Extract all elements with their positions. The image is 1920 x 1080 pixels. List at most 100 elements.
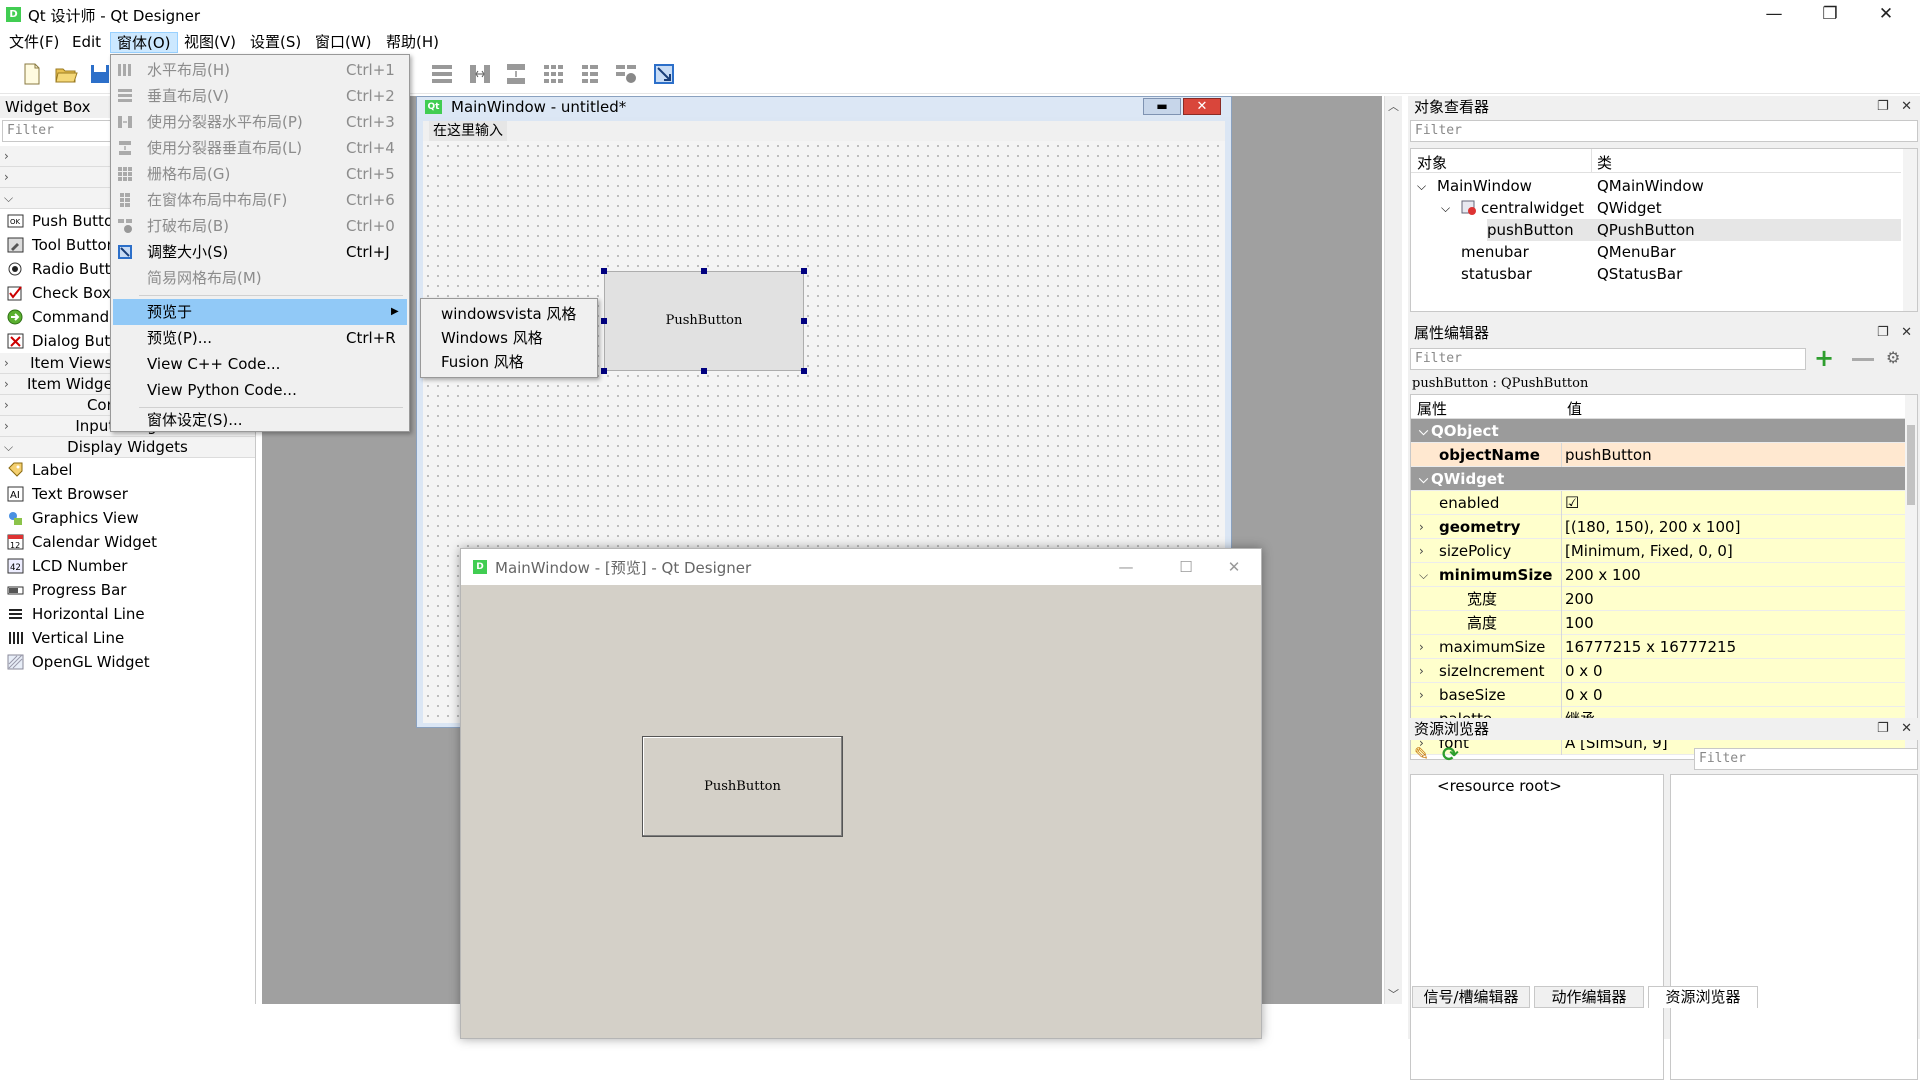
- form-minimize-icon[interactable]: ▬: [1143, 98, 1181, 115]
- property-row-enabled[interactable]: enabled ☑: [1411, 491, 1905, 515]
- menu-help[interactable]: 帮助(H): [380, 32, 445, 53]
- vsplitter-icon[interactable]: [504, 62, 528, 86]
- menu-item-form-layout[interactable]: 在窗体布局中布局(F) Ctrl+6: [113, 187, 407, 213]
- menu-item-adjust-size[interactable]: 调整大小(S) Ctrl+J: [113, 239, 407, 265]
- property-group-qobject[interactable]: ⌵ QObject: [1411, 419, 1905, 443]
- chevron-down-icon[interactable]: ⌵: [1441, 197, 1450, 219]
- new-file-icon[interactable]: [20, 62, 44, 86]
- chevron-right-icon[interactable]: ›: [1419, 659, 1424, 683]
- object-tree-scrollbar[interactable]: [1903, 149, 1917, 311]
- widget-item-horizontal-line[interactable]: Horizontal Line: [0, 602, 255, 626]
- widget-item-vertical-line[interactable]: Vertical Line: [0, 626, 255, 650]
- column-value[interactable]: 值: [1567, 398, 1582, 419]
- menu-item-vertical-layout[interactable]: 垂直布局(V) Ctrl+2: [113, 83, 407, 109]
- close-icon[interactable]: ✕: [1901, 99, 1912, 114]
- chevron-down-icon[interactable]: ⌵: [1419, 563, 1428, 587]
- menu-item-break-layout[interactable]: 打破布局(B) Ctrl+0: [113, 213, 407, 239]
- tab-action-editor[interactable]: 动作编辑器: [1534, 986, 1644, 1008]
- menu-item-view-cpp-code[interactable]: View C++ Code...: [113, 351, 407, 377]
- scroll-down-icon[interactable]: ﹀: [1388, 986, 1399, 1002]
- resize-handle[interactable]: [601, 318, 607, 324]
- menu-settings[interactable]: 设置(S): [244, 32, 307, 53]
- menu-window[interactable]: 窗口(W): [309, 32, 378, 53]
- submenu-item-windowsvista[interactable]: windowsvista 风格: [441, 302, 576, 326]
- object-tree[interactable]: 对象 类 ⌵ MainWindow QMainWindow ⌵ centralwidg…: [1410, 148, 1918, 312]
- add-dynamic-property-icon[interactable]: +: [1814, 346, 1842, 372]
- maximize-icon[interactable]: ❐: [1800, 0, 1860, 30]
- tab-resource-browser[interactable]: 资源浏览器: [1648, 986, 1758, 1008]
- open-folder-icon[interactable]: [54, 62, 78, 86]
- menu-view[interactable]: 视图(V): [178, 32, 242, 53]
- float-icon[interactable]: ❐: [1877, 325, 1889, 340]
- tree-row-pushbutton[interactable]: pushButton QPushButton: [1487, 219, 1901, 241]
- float-icon[interactable]: ❐: [1877, 721, 1889, 736]
- close-icon[interactable]: ✕: [1856, 0, 1916, 30]
- tab-signal-slot-editor[interactable]: 信号/槽编辑器: [1412, 986, 1530, 1008]
- property-row-objectname[interactable]: objectName pushButton: [1411, 443, 1905, 467]
- menu-form[interactable]: 窗体(O): [110, 32, 178, 53]
- menu-item-horizontal-layout[interactable]: 水平布局(H) Ctrl+1: [113, 57, 407, 83]
- resource-root[interactable]: <resource root>: [1437, 777, 1562, 795]
- resize-handle[interactable]: [801, 368, 807, 374]
- hsplitter-icon[interactable]: [468, 62, 492, 86]
- menu-item-simplify-grid[interactable]: 简易网格布局(M): [113, 265, 407, 291]
- resize-handle[interactable]: [701, 268, 707, 274]
- widget-item-opengl[interactable]: OpenGL Widget: [0, 650, 255, 674]
- property-row-width[interactable]: 宽度 200: [1411, 587, 1905, 611]
- chevron-right-icon[interactable]: ›: [1419, 539, 1424, 563]
- preview-close-icon[interactable]: ✕: [1209, 553, 1259, 581]
- property-scrollbar[interactable]: [1905, 395, 1917, 759]
- column-property[interactable]: 属性: [1417, 398, 1447, 419]
- property-row-sizeincrement[interactable]: › sizeIncrement 0 x 0: [1411, 659, 1905, 683]
- adjust-size-icon[interactable]: [652, 62, 676, 86]
- property-row-basesize[interactable]: › baseSize 0 x 0: [1411, 683, 1905, 707]
- close-icon[interactable]: ✕: [1901, 325, 1912, 340]
- menu-file[interactable]: 文件(F): [3, 32, 65, 53]
- scrollbar-thumb[interactable]: [1907, 425, 1915, 505]
- property-row-sizepolicy[interactable]: › sizePolicy [Minimum, Fixed, 0, 0]: [1411, 539, 1905, 563]
- widget-category-display[interactable]: ⌵ Display Widgets: [0, 437, 255, 458]
- menu-item-preview[interactable]: 预览(P)... Ctrl+R: [113, 325, 407, 351]
- property-row-geometry[interactable]: › geometry [(180, 150), 200 x 100]: [1411, 515, 1905, 539]
- preview-maximize-icon[interactable]: ☐: [1161, 553, 1211, 581]
- chevron-right-icon[interactable]: ›: [1419, 515, 1424, 539]
- property-tools-icon[interactable]: ⚙: [1886, 348, 1910, 370]
- menu-item-preview-in[interactable]: 预览于 ▶: [113, 299, 407, 325]
- vertical-layout-icon[interactable]: [430, 62, 454, 86]
- menu-placeholder[interactable]: 在这里输入: [429, 121, 507, 141]
- form-close-icon[interactable]: ✕: [1183, 98, 1221, 115]
- resize-handle[interactable]: [801, 268, 807, 274]
- close-icon[interactable]: ✕: [1901, 721, 1912, 736]
- resize-handle[interactable]: [601, 368, 607, 374]
- submenu-item-windows[interactable]: Windows 风格: [441, 326, 543, 350]
- widget-item-label[interactable]: Label: [0, 458, 255, 482]
- resource-list[interactable]: [1670, 774, 1918, 1080]
- chevron-down-icon[interactable]: ⌵: [1417, 175, 1426, 197]
- mdi-vertical-scrollbar[interactable]: ︿ ﹀: [1384, 96, 1402, 1004]
- widget-item-progress-bar[interactable]: Progress Bar: [0, 578, 255, 602]
- form-window-titlebar[interactable]: Qt MainWindow - untitled* ▬ ✕: [417, 97, 1231, 117]
- widget-item-graphics-view[interactable]: Graphics View: [0, 506, 255, 530]
- remove-dynamic-property-icon[interactable]: [1852, 358, 1874, 361]
- chevron-right-icon[interactable]: ›: [1419, 683, 1424, 707]
- resize-handle[interactable]: [701, 368, 707, 374]
- menu-item-form-settings[interactable]: 窗体设定(S)...: [113, 407, 407, 433]
- tree-row-mainwindow[interactable]: ⌵ MainWindow QMainWindow: [1411, 175, 1901, 197]
- reload-icon[interactable]: ⟳: [1442, 742, 1464, 766]
- menu-item-hsplitter[interactable]: 使用分裂器水平布局(P) Ctrl+3: [113, 109, 407, 135]
- tree-row-statusbar[interactable]: statusbar QStatusBar: [1411, 263, 1901, 285]
- property-group-qwidget[interactable]: ⌵ QWidget: [1411, 467, 1905, 491]
- enabled-checkbox[interactable]: ☑: [1565, 491, 1579, 515]
- break-layout-icon[interactable]: [614, 62, 638, 86]
- menu-item-view-python-code[interactable]: View Python Code...: [113, 377, 407, 403]
- property-row-maximumsize[interactable]: › maximumSize 16777215 x 16777215: [1411, 635, 1905, 659]
- menu-edit[interactable]: Edit: [66, 32, 107, 53]
- preview-minimize-icon[interactable]: —: [1101, 553, 1151, 581]
- column-object[interactable]: 对象: [1417, 152, 1447, 173]
- menu-item-grid-layout[interactable]: 栅格布局(G) Ctrl+5: [113, 161, 407, 187]
- widget-item-text-browser[interactable]: AI Text Browser: [0, 482, 255, 506]
- widget-item-lcd-number[interactable]: 42 LCD Number: [0, 554, 255, 578]
- edit-resources-icon[interactable]: ✎: [1414, 744, 1436, 766]
- resource-filter[interactable]: Filter: [1694, 748, 1918, 770]
- save-icon[interactable]: [88, 62, 112, 86]
